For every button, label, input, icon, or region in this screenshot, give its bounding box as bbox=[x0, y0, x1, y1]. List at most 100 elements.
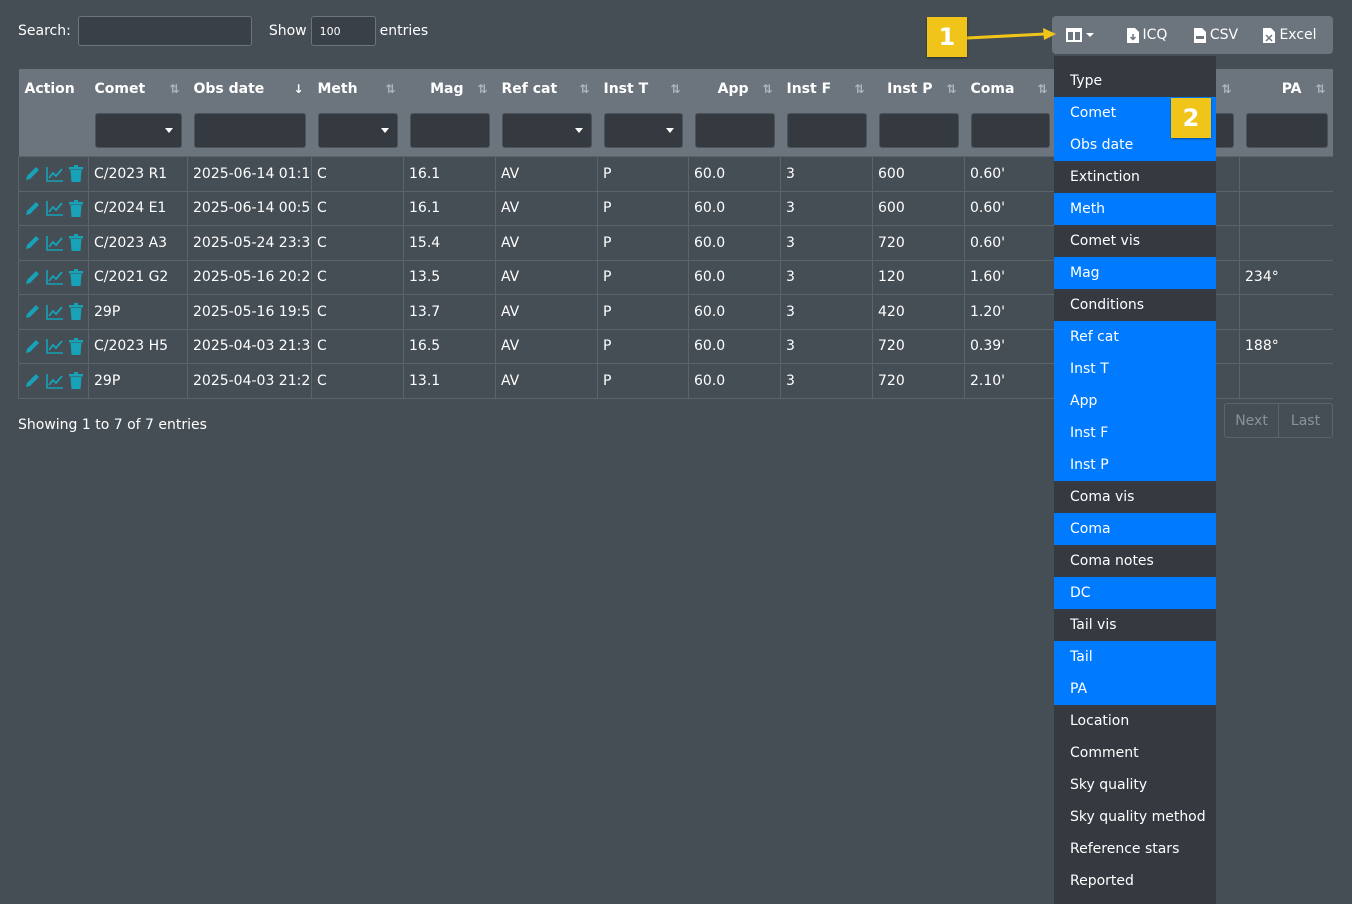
column-header[interactable]: Inst T ⇅ bbox=[597, 69, 689, 109]
trash-icon[interactable] bbox=[69, 199, 83, 217]
last-page-button[interactable]: Last bbox=[1278, 404, 1332, 437]
next-page-button[interactable]: Next bbox=[1225, 404, 1278, 437]
sort-icon: ⇅ bbox=[385, 82, 396, 96]
file-download-icon bbox=[1126, 27, 1139, 43]
filter-input[interactable] bbox=[694, 113, 775, 148]
column-header[interactable]: PA ⇅ bbox=[1239, 69, 1333, 109]
sort-icon: ↓ bbox=[293, 82, 304, 96]
table-cell: 600 bbox=[872, 156, 965, 192]
column-toggle-item[interactable]: Location bbox=[1054, 705, 1216, 737]
sort-icon: ⇅ bbox=[579, 82, 590, 96]
column-header-label: App bbox=[717, 81, 749, 97]
filter-select[interactable] bbox=[94, 113, 182, 148]
column-toggle-item[interactable]: Inst P bbox=[1054, 449, 1216, 481]
chart-line-icon[interactable] bbox=[46, 269, 64, 286]
entries-label: entries bbox=[379, 23, 429, 39]
chart-line-icon[interactable] bbox=[46, 166, 64, 182]
column-toggle-item[interactable]: Ref cat bbox=[1054, 321, 1216, 353]
trash-icon[interactable] bbox=[69, 372, 83, 390]
caret-down-icon bbox=[665, 128, 674, 133]
action-cell bbox=[18, 363, 89, 399]
chart-line-icon[interactable] bbox=[46, 235, 64, 251]
column-toggle-item[interactable]: Meth bbox=[1054, 193, 1216, 225]
column-toggle-item[interactable]: Reported bbox=[1054, 865, 1216, 897]
table-cell: 16.1 bbox=[403, 190, 496, 226]
column-toggle-item[interactable]: Coma vis bbox=[1054, 481, 1216, 513]
column-toggle-item[interactable]: Coma bbox=[1054, 513, 1216, 545]
trash-icon[interactable] bbox=[69, 268, 83, 286]
column-toggle-item[interactable]: Mag bbox=[1054, 257, 1216, 289]
pencil-icon[interactable] bbox=[24, 372, 41, 389]
column-toggle-item[interactable]: Conditions bbox=[1054, 289, 1216, 321]
pencil-icon[interactable] bbox=[24, 303, 41, 320]
filter-cell bbox=[187, 109, 312, 157]
column-visibility-button[interactable] bbox=[1052, 16, 1112, 54]
filter-input[interactable] bbox=[786, 113, 867, 148]
trash-icon[interactable] bbox=[69, 337, 83, 355]
filter-select[interactable] bbox=[317, 113, 398, 148]
filter-input[interactable] bbox=[1245, 113, 1328, 148]
trash-icon[interactable] bbox=[69, 165, 83, 183]
column-header-label: Obs date bbox=[193, 81, 265, 97]
column-toggle-item[interactable]: Coma notes bbox=[1054, 545, 1216, 577]
filter-select[interactable] bbox=[603, 113, 683, 148]
column-toggle-item[interactable]: Tail bbox=[1054, 641, 1216, 673]
column-header[interactable]: Obs date ↓ bbox=[187, 69, 312, 109]
column-toggle-item[interactable]: App bbox=[1054, 385, 1216, 417]
table-cell: 60.0 bbox=[688, 190, 781, 226]
excel-export-button[interactable]: Excel bbox=[1250, 16, 1330, 54]
column-visibility-menu: Type Comet Obs date Extinction Meth Comet vis… bbox=[1054, 56, 1216, 904]
filter-input[interactable] bbox=[970, 113, 1050, 148]
trash-icon[interactable] bbox=[69, 303, 83, 321]
chart-line-icon[interactable] bbox=[46, 304, 64, 320]
pencil-icon[interactable] bbox=[24, 269, 41, 286]
entries-input[interactable] bbox=[310, 16, 376, 46]
icq-export-button[interactable]: ICQ bbox=[1112, 16, 1182, 54]
column-header[interactable]: Meth ⇅ bbox=[311, 69, 404, 109]
pencil-icon[interactable] bbox=[24, 200, 41, 217]
column-header[interactable]: Ref cat ⇅ bbox=[495, 69, 598, 109]
column-toggle-item[interactable]: Type bbox=[1054, 65, 1216, 97]
chart-line-icon[interactable] bbox=[46, 338, 64, 355]
table-cell: 3 bbox=[780, 225, 873, 261]
pencil-icon[interactable] bbox=[24, 165, 41, 182]
csv-export-button[interactable]: CSV bbox=[1182, 16, 1250, 54]
table-cell: C/2023 R1 bbox=[88, 156, 188, 192]
column-header[interactable]: App ⇅ bbox=[688, 69, 781, 109]
chart-line-icon[interactable] bbox=[46, 200, 64, 217]
filter-select[interactable] bbox=[501, 113, 592, 148]
trash-icon[interactable] bbox=[69, 234, 83, 252]
column-header[interactable]: Coma ⇅ bbox=[964, 69, 1056, 109]
column-header[interactable]: Comet ⇅ bbox=[88, 69, 188, 109]
column-toggle-item[interactable]: Reference stars bbox=[1054, 833, 1216, 865]
column-toggle-item[interactable]: Extinction bbox=[1054, 161, 1216, 193]
pencil-icon[interactable] bbox=[24, 338, 41, 355]
filter-input[interactable] bbox=[193, 113, 306, 148]
action-cell bbox=[18, 156, 89, 192]
column-toggle-item[interactable]: Tail vis bbox=[1054, 609, 1216, 641]
annotation-badge-1: 1 bbox=[927, 17, 967, 57]
chart-line-icon[interactable] bbox=[46, 373, 64, 389]
column-toggle-item[interactable]: Sky quality method bbox=[1054, 801, 1216, 833]
column-toggle-item[interactable]: DC bbox=[1054, 577, 1216, 609]
column-toggle-item[interactable]: Inst T bbox=[1054, 353, 1216, 385]
table-cell: 234° bbox=[1239, 259, 1333, 295]
search-input[interactable] bbox=[77, 16, 252, 46]
export-toolbar: ICQ CSV Excel bbox=[1052, 16, 1333, 54]
column-toggle-item[interactable]: Sky quality bbox=[1054, 769, 1216, 801]
column-toggle-item[interactable]: Comet vis bbox=[1054, 225, 1216, 257]
table-cell: 3 bbox=[780, 156, 873, 192]
filter-input[interactable] bbox=[409, 113, 490, 148]
pencil-icon[interactable] bbox=[24, 234, 41, 251]
column-header[interactable]: Mag ⇅ bbox=[403, 69, 496, 109]
pagination: Next Last bbox=[1224, 403, 1333, 438]
table-cell: 60.0 bbox=[688, 328, 781, 364]
column-toggle-item[interactable]: Inst F bbox=[1054, 417, 1216, 449]
column-header[interactable]: Inst F ⇅ bbox=[780, 69, 873, 109]
table-cell: P bbox=[597, 294, 689, 330]
column-header[interactable]: Inst P ⇅ bbox=[872, 69, 965, 109]
column-toggle-item[interactable]: Comment bbox=[1054, 737, 1216, 769]
filter-input[interactable] bbox=[878, 113, 959, 148]
show-label: Show bbox=[268, 23, 307, 39]
column-toggle-item[interactable]: PA bbox=[1054, 673, 1216, 705]
